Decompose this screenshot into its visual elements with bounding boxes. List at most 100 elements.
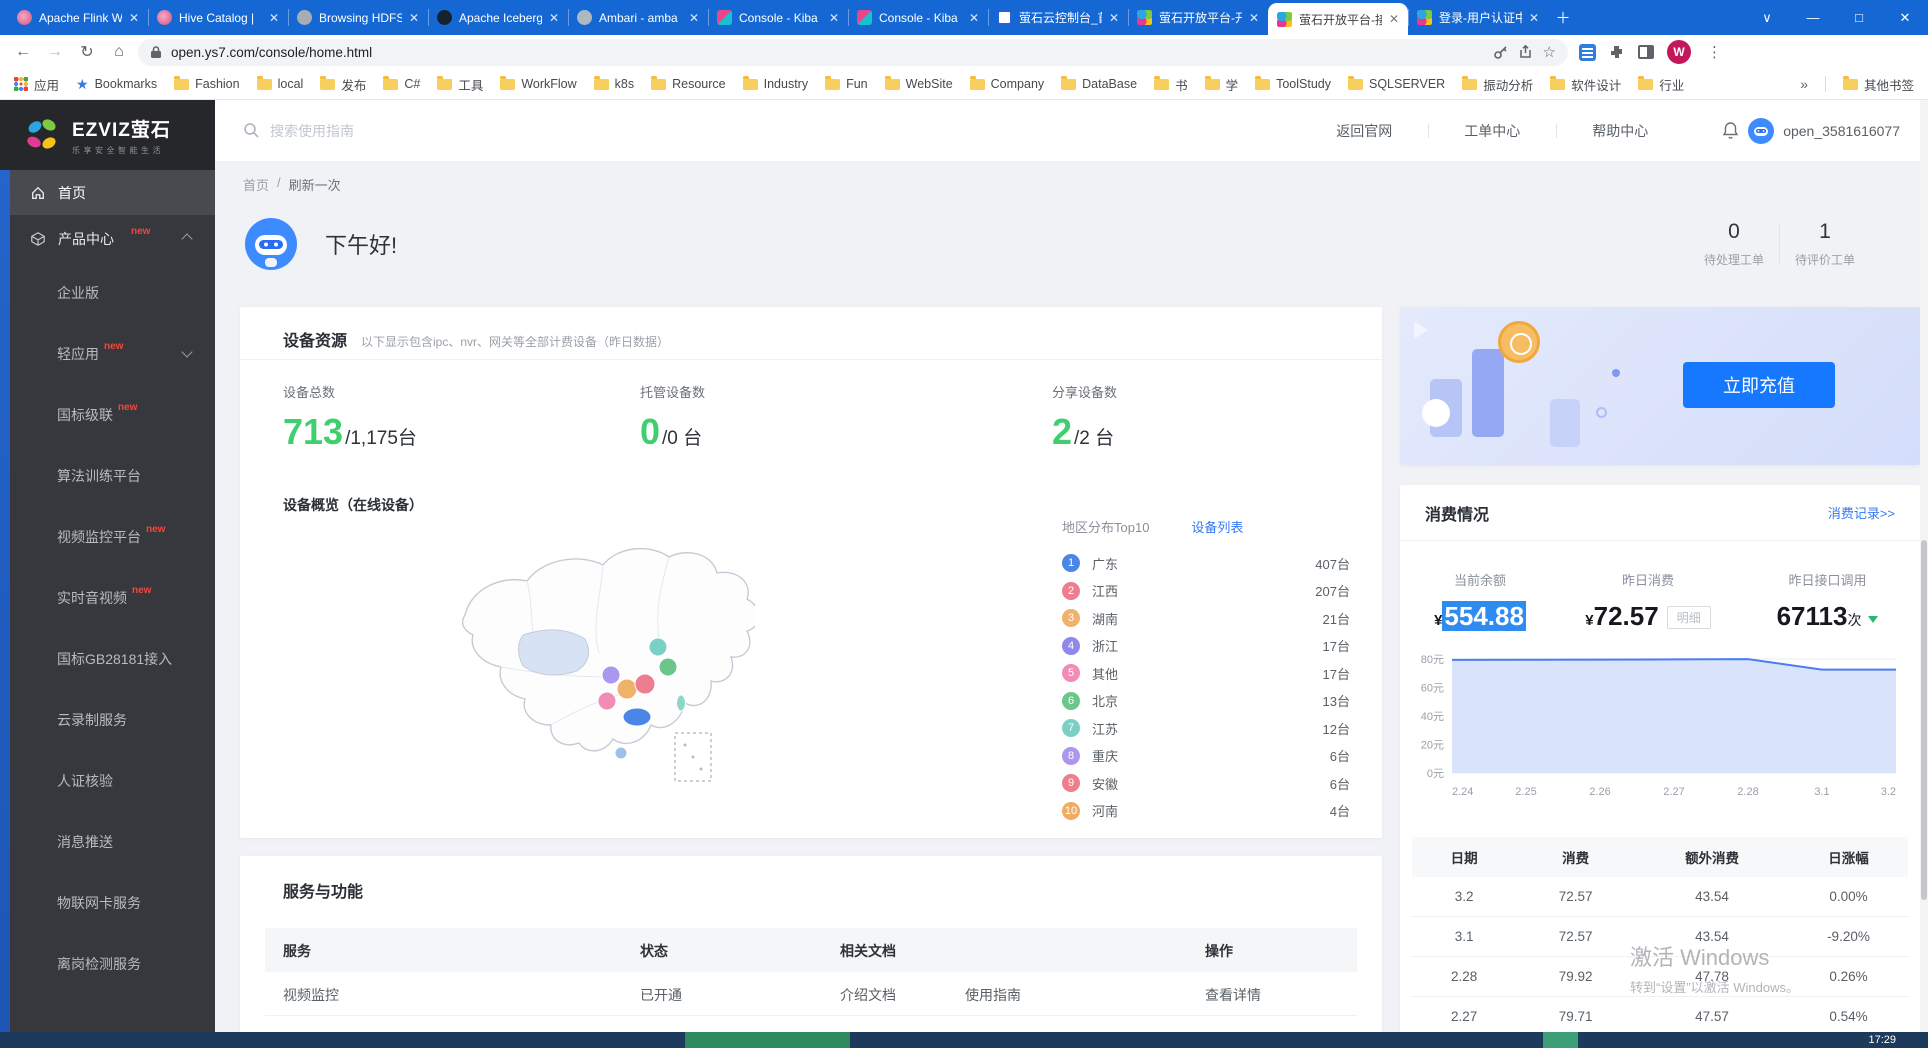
link-help-center[interactable]: 帮助中心 (1556, 121, 1684, 141)
sidebar-item-product-center[interactable]: 产品中心 new (0, 215, 215, 262)
share-icon[interactable] (1518, 44, 1534, 60)
search-box[interactable] (243, 122, 570, 139)
bookmark-folder-tools[interactable]: 工具 (437, 75, 483, 94)
bookmark-folder-sqlserver[interactable]: SQLSERVER (1348, 77, 1445, 91)
sidebar-item-iot-card[interactable]: 物联网卡服务 (0, 872, 215, 933)
service-doc-guide[interactable]: 使用指南 (965, 985, 1021, 1005)
tab-close-icon[interactable]: ✕ (1109, 11, 1119, 25)
window-caret-icon[interactable]: ∨ (1744, 0, 1790, 35)
bookmarks-overflow-icon[interactable]: » (1800, 76, 1808, 92)
home-button-icon[interactable]: ⌂ (106, 39, 132, 65)
sidebar-item-message-push[interactable]: 消息推送 (0, 811, 215, 872)
browser-profile-avatar[interactable]: W (1667, 40, 1691, 64)
device-list-link[interactable]: 设备列表 (1191, 517, 1243, 536)
tab-close-icon[interactable]: ✕ (1529, 11, 1539, 25)
back-button-icon[interactable]: ← (10, 39, 36, 65)
sidebar-item-light-app[interactable]: 轻应用new (0, 323, 215, 384)
window-close-button[interactable]: ✕ (1882, 0, 1928, 35)
link-work-orders[interactable]: 工单中心 (1428, 121, 1556, 141)
bookmark-folder-software[interactable]: 软件设计 (1550, 75, 1621, 94)
key-icon[interactable] (1493, 44, 1509, 60)
window-maximize-button[interactable]: □ (1836, 0, 1882, 35)
pending-orders[interactable]: 0 待处理工单 (1689, 220, 1779, 268)
url-text[interactable]: open.ys7.com/console/home.html (171, 45, 1484, 60)
tab-ys7-open-active[interactable]: 萤石开放平台-接✕ (1268, 3, 1408, 35)
search-input[interactable] (270, 123, 570, 139)
bookmark-folder-toolstudy[interactable]: ToolStudy (1255, 77, 1331, 91)
translate-icon[interactable] (1578, 43, 1596, 61)
bookmark-folder-vibration[interactable]: 振动分析 (1462, 75, 1533, 94)
tab-close-icon[interactable]: ✕ (549, 11, 559, 25)
bookmark-bookmarks[interactable]: ★Bookmarks (76, 76, 157, 93)
consumption-records-link[interactable]: 消费记录>> (1828, 503, 1895, 522)
tab-ambari[interactable]: Ambari - amba✕ (568, 0, 708, 35)
scrollbar-thumb[interactable] (1921, 540, 1927, 900)
breadcrumb-home[interactable]: 首页 (243, 175, 269, 194)
sidebar-item-home[interactable]: 首页 (0, 170, 215, 215)
service-detail-link[interactable]: 查看详情 (1205, 985, 1261, 1005)
tab-hive-catalog[interactable]: Hive Catalog |✕ (148, 0, 288, 35)
ezviz-logo[interactable]: EZVIZ萤石 乐享安全智能生活 (0, 100, 215, 170)
user-avatar[interactable] (1748, 118, 1774, 144)
bookmark-folder-database[interactable]: DataBase (1061, 77, 1137, 91)
bookmark-folder-study[interactable]: 学 (1205, 75, 1239, 94)
tab-close-icon[interactable]: ✕ (129, 11, 139, 25)
new-tab-button[interactable]: ＋ (1548, 0, 1578, 35)
sidebar-item-video-monitor[interactable]: 视频监控平台new (0, 506, 215, 567)
tab-close-icon[interactable]: ✕ (1249, 11, 1259, 25)
sidebar-item-enterprise[interactable]: 企业版 (0, 262, 215, 323)
tab-close-icon[interactable]: ✕ (1389, 12, 1399, 26)
tab-close-icon[interactable]: ✕ (829, 11, 839, 25)
browser-menu-icon[interactable]: ⋮ (1703, 43, 1726, 61)
sidebar-item-absence-detect[interactable]: 离岗检测服务 (0, 933, 215, 994)
side-panel-icon[interactable] (1637, 43, 1655, 61)
bookmark-folder-books[interactable]: 书 (1154, 75, 1188, 94)
bookmark-star-icon[interactable]: ☆ (1543, 43, 1556, 61)
address-bar[interactable]: open.ys7.com/console/home.html ☆ (138, 39, 1568, 66)
sidebar-item-realtime-av[interactable]: 实时音视频new (0, 567, 215, 628)
tab-ys7-open-1[interactable]: 萤石开放平台-开✕ (1128, 0, 1268, 35)
bookmark-folder-publish[interactable]: 发布 (320, 75, 366, 94)
bookmark-folder-company[interactable]: Company (970, 77, 1045, 91)
forward-button-icon[interactable]: → (42, 39, 68, 65)
tab-console-kibana-1[interactable]: Console - Kiba✕ (708, 0, 848, 35)
extensions-puzzle-icon[interactable] (1608, 44, 1625, 61)
review-orders[interactable]: 1 待评价工单 (1780, 220, 1870, 268)
window-minimize-button[interactable]: — (1790, 0, 1836, 35)
sidebar-item-identity-verify[interactable]: 人证核验 (0, 750, 215, 811)
bookmark-folder-website[interactable]: WebSite (885, 77, 953, 91)
bookmark-apps[interactable]: 应用 (14, 75, 59, 94)
reload-button-icon[interactable]: ↻ (74, 39, 100, 65)
tab-ys7-console[interactable]: 萤石云控制台_首✕ (988, 0, 1128, 35)
sidebar-item-algorithm-training[interactable]: 算法训练平台 (0, 445, 215, 506)
detail-button[interactable]: 明细 (1667, 606, 1711, 629)
sidebar-item-gb28181[interactable]: 国标GB28181接入 (0, 628, 215, 689)
bookmark-folder-industry[interactable]: Industry (743, 77, 808, 91)
page-scrollbar[interactable] (1920, 100, 1928, 1032)
bookmark-folder-k8s[interactable]: k8s (594, 77, 634, 91)
bell-icon[interactable] (1722, 121, 1739, 140)
tab-close-icon[interactable]: ✕ (409, 11, 419, 25)
recharge-button[interactable]: 立即充值 (1683, 362, 1835, 408)
tab-console-kibana-2[interactable]: Console - Kiba✕ (848, 0, 988, 35)
service-doc-intro[interactable]: 介绍文档 (840, 985, 896, 1005)
bookmark-folder-workflow[interactable]: WorkFlow (500, 77, 576, 91)
tab-close-icon[interactable]: ✕ (969, 11, 979, 25)
tab-ys7-login[interactable]: 登录-用户认证中✕ (1408, 0, 1548, 35)
tab-browsing-hdfs[interactable]: Browsing HDFS✕ (288, 0, 428, 35)
bookmark-folder-industry2[interactable]: 行业 (1638, 75, 1684, 94)
bookmark-other[interactable]: 其他书签 (1843, 75, 1914, 94)
tab-apache-flink[interactable]: Apache Flink W✕ (8, 0, 148, 35)
bookmark-folder-fashion[interactable]: Fashion (174, 77, 239, 91)
link-official-site[interactable]: 返回官网 (1300, 121, 1428, 141)
sidebar-item-cloud-recording[interactable]: 云录制服务 (0, 689, 215, 750)
tab-close-icon[interactable]: ✕ (269, 11, 279, 25)
bookmark-folder-resource[interactable]: Resource (651, 77, 726, 91)
china-map[interactable] (415, 527, 755, 810)
bookmark-folder-local[interactable]: local (257, 77, 304, 91)
username[interactable]: open_3581616077 (1783, 123, 1900, 139)
bookmark-folder-fun[interactable]: Fun (825, 77, 868, 91)
bookmark-folder-csharp[interactable]: C# (383, 77, 420, 91)
sidebar-item-gb-cascade[interactable]: 国标级联new (0, 384, 215, 445)
tab-apache-iceberg[interactable]: Apache Iceberg✕ (428, 0, 568, 35)
